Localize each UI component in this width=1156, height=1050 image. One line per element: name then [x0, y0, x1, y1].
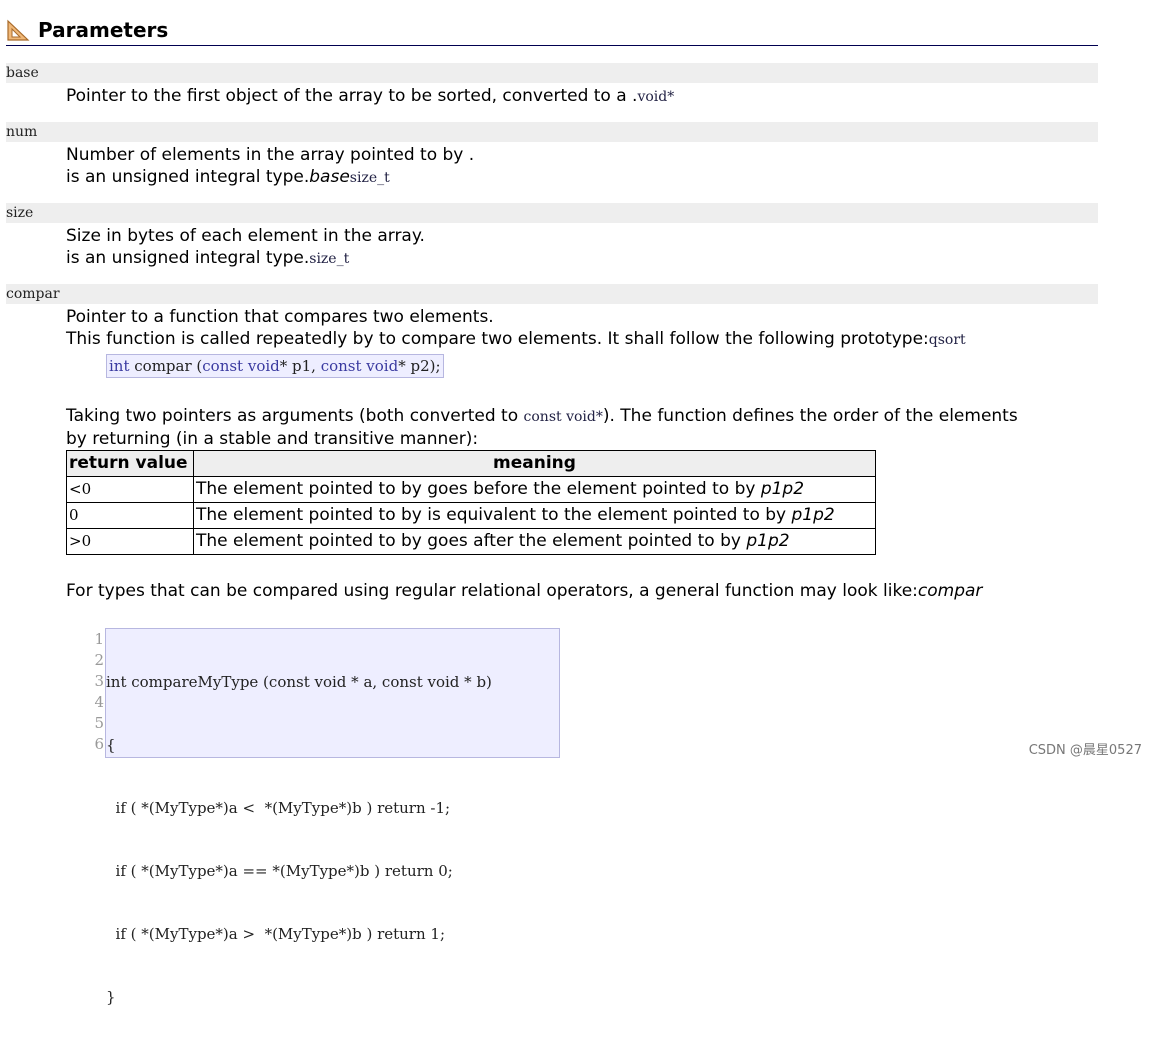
table-row: >0 The element pointed to by goes after … — [66, 528, 876, 555]
param-name-size: size — [6, 203, 1098, 223]
line-number: 3 — [94, 672, 104, 690]
inline-code: size_t — [309, 251, 350, 267]
code-text: * p2); — [398, 357, 441, 375]
param-desc-num-1: Number of elements in the array pointed … — [66, 145, 475, 165]
inline-code: const void* — [523, 409, 603, 425]
param-desc-size-1: Size in bytes of each element in the arr… — [66, 226, 425, 246]
param-desc-size-2: is an unsigned integral type.size_t — [66, 247, 349, 270]
table-row: <0 The element pointed to by goes before… — [66, 476, 876, 503]
parameters-heading: Parameters — [6, 18, 1098, 46]
code-text: compar ( — [129, 357, 203, 375]
code-line: int compareMyType (const void * a, const… — [106, 673, 492, 691]
param-name-base: base — [6, 63, 1098, 83]
page-title: Parameters — [38, 18, 169, 42]
return-value-table: return value meaning <0 The element poin… — [66, 450, 876, 555]
italic-term: p1p2 — [746, 531, 790, 551]
param-desc-num-2: is an unsigned integral type.basesize_t — [66, 166, 390, 189]
table-row: 0 The element pointed to by is equivalen… — [66, 502, 876, 529]
meaning-cell: The element pointed to by goes before th… — [193, 476, 876, 503]
code-keyword: const void — [320, 357, 399, 375]
italic-term: base — [309, 167, 350, 187]
table-header-row: return value meaning — [66, 450, 876, 477]
meaning-text: The element pointed to by goes after the… — [196, 531, 747, 551]
meaning-text: The element pointed to by is equivalent … — [196, 505, 792, 525]
return-value-cell: <0 — [66, 476, 194, 503]
description-line-2: by returning (in a stable and transitive… — [66, 429, 479, 449]
code-block: int compareMyType (const void * a, const… — [105, 628, 560, 1006]
inline-code: size_t — [349, 170, 390, 186]
return-value-cell: >0 — [66, 528, 194, 555]
italic-term: p1p2 — [791, 505, 835, 525]
italic-term: compar — [917, 581, 983, 601]
line-number: 4 — [94, 693, 104, 711]
code-line: if ( *(MyType*)a == *(MyType*)b ) return… — [106, 862, 453, 880]
inline-code: qsort — [928, 332, 966, 348]
param-desc-text: is an unsigned integral type. — [66, 248, 310, 268]
param-desc-text: This function is called repeatedly by to… — [66, 329, 929, 349]
meaning-cell: The element pointed to by is equivalent … — [193, 502, 876, 529]
param-name-compar: compar — [6, 284, 1098, 304]
description-text: ). The function defines the order of the… — [602, 406, 1018, 426]
meaning-cell: The element pointed to by goes after the… — [193, 528, 876, 555]
line-number-gutter: 1 2 3 4 5 6 — [86, 628, 104, 755]
line-number: 6 — [94, 735, 104, 753]
code-keyword: const void — [202, 357, 280, 375]
line-number: 2 — [94, 651, 104, 669]
description-line-1: Taking two pointers as arguments (both c… — [66, 405, 1018, 428]
code-line: { — [106, 736, 116, 754]
ruler-triangle-icon — [7, 19, 30, 41]
param-desc-text: Pointer to the first object of the array… — [66, 86, 638, 106]
code-example: 1 2 3 4 5 6 int compareMyType (const voi… — [86, 628, 560, 1006]
param-name-num: num — [6, 122, 1098, 142]
code-text: * p1, — [279, 357, 321, 375]
param-desc-text: is an unsigned integral type. — [66, 167, 310, 187]
return-value-cell: 0 — [66, 502, 194, 529]
code-line: } — [106, 988, 116, 1006]
general-function-text: For types that can be compared using reg… — [66, 580, 982, 602]
general-text: For types that can be compared using reg… — [66, 581, 918, 601]
line-number: 1 — [94, 630, 104, 648]
code-keyword: int — [109, 357, 130, 375]
watermark: CSDN @晨星0527 — [1028, 743, 1142, 758]
description-text: Taking two pointers as arguments (both c… — [66, 406, 524, 426]
code-line: if ( *(MyType*)a > *(MyType*)b ) return … — [106, 925, 446, 943]
prototype-code: int compar (const void* p1, const void* … — [106, 354, 444, 378]
param-desc-compar-1: Pointer to a function that compares two … — [66, 307, 494, 327]
table-header: meaning — [193, 450, 876, 477]
table-header: return value — [66, 450, 194, 477]
code-line: if ( *(MyType*)a < *(MyType*)b ) return … — [106, 799, 451, 817]
italic-term: p1p2 — [760, 479, 805, 499]
line-number: 5 — [94, 714, 104, 732]
param-desc-compar-2: This function is called repeatedly by to… — [66, 328, 966, 351]
param-desc-base: Pointer to the first object of the array… — [66, 85, 674, 108]
meaning-text: The element pointed to by goes before th… — [196, 479, 761, 499]
inline-code: void* — [637, 89, 675, 105]
